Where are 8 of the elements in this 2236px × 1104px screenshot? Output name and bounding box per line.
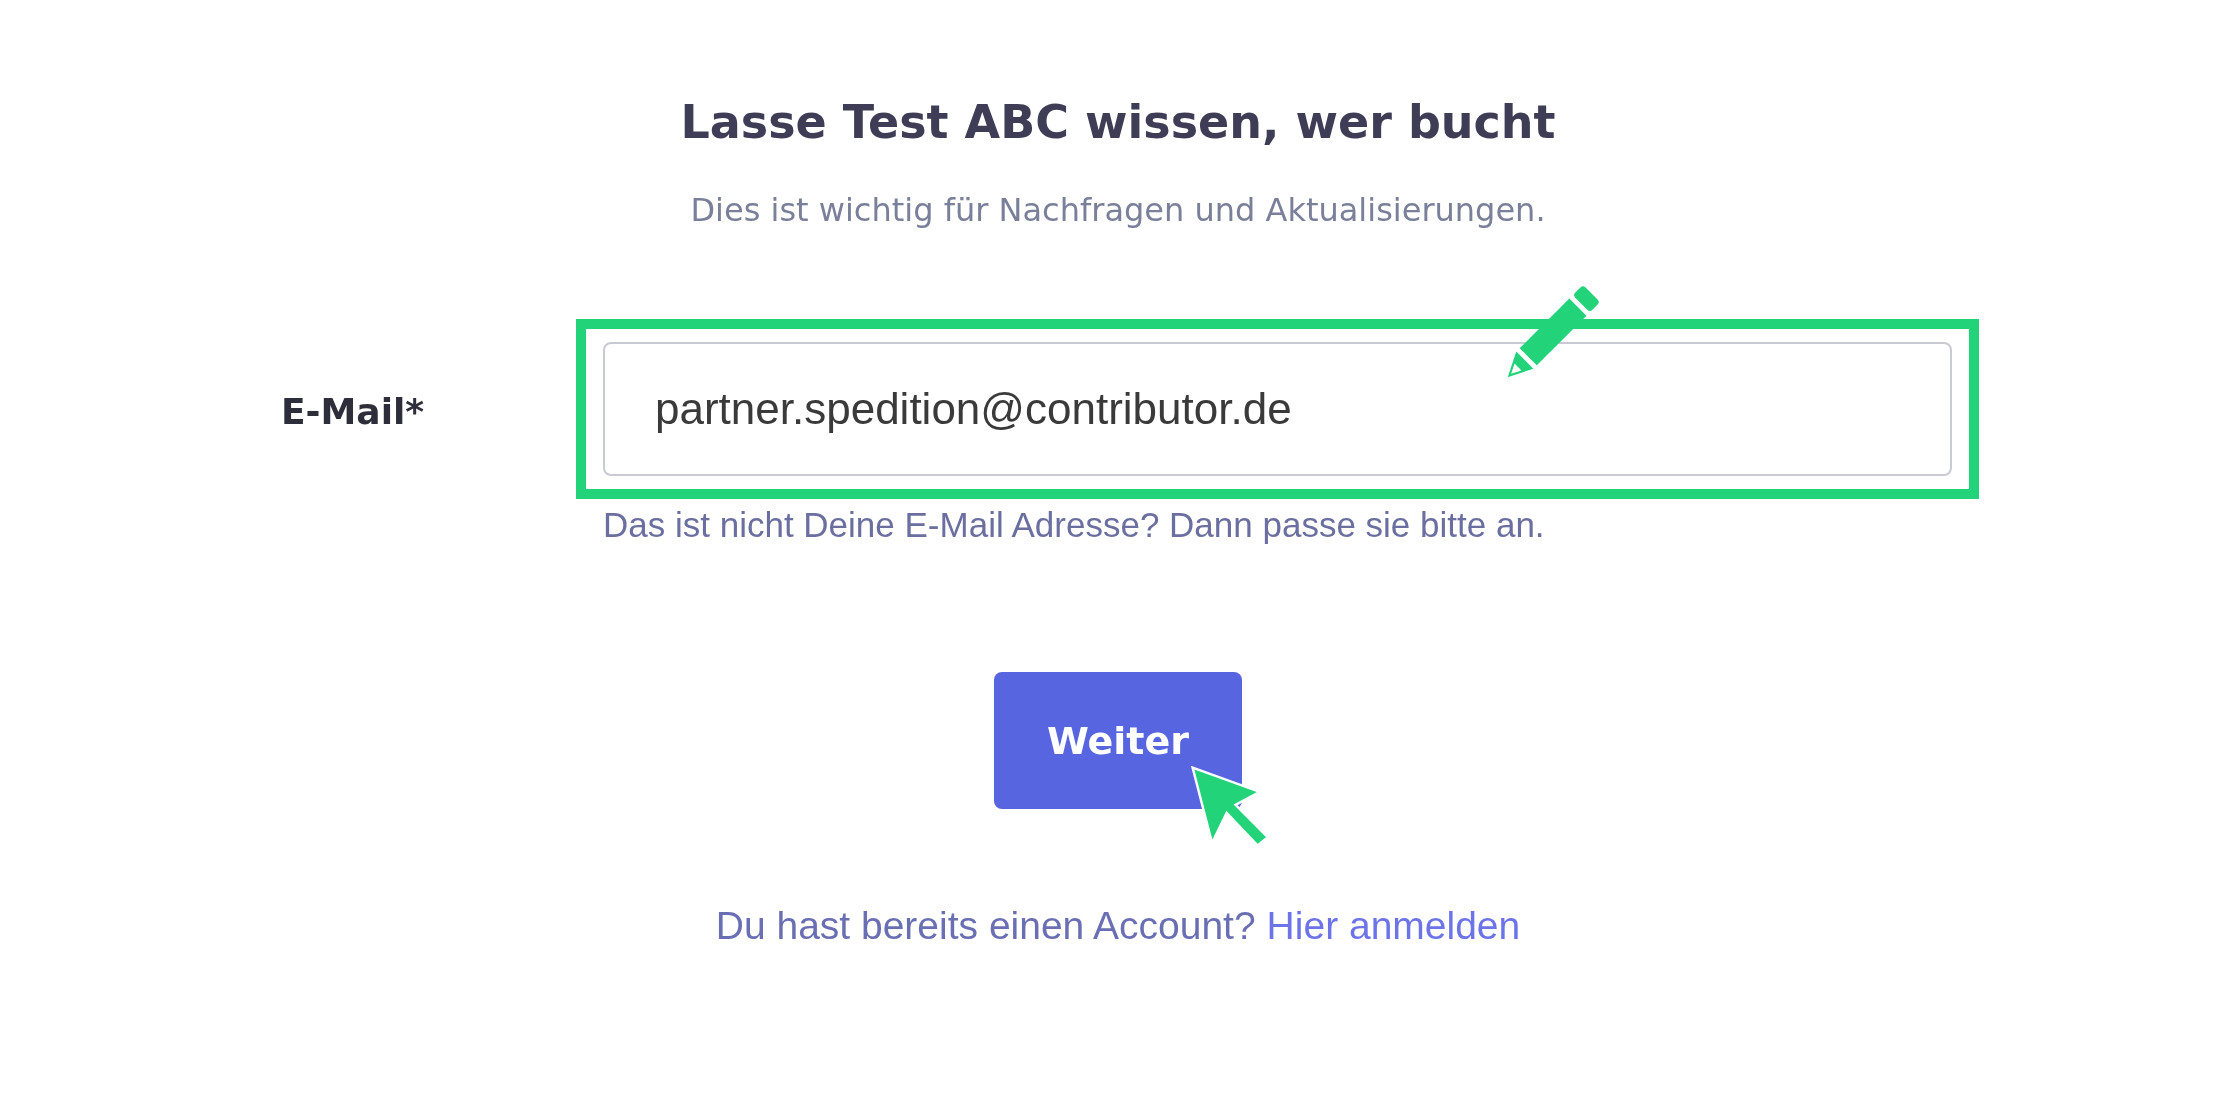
page-title: Lasse Test ABC wissen, wer bucht [680,95,1556,149]
continue-button[interactable]: Weiter [994,672,1242,809]
email-hint: Das ist nicht Deine E-Mail Adresse? Dann passe sie bitte an. [603,505,1546,545]
email-field[interactable]: partner.spedition@contributor.de [603,342,1952,476]
page-subtitle: Dies ist wichtig für Nachfragen und Aktualisierungen. [690,191,1546,229]
account-question: Du hast bereits einen Account? [715,904,1256,948]
email-label: E-Mail* [281,391,426,432]
login-link[interactable]: Hier anmelden [1266,904,1521,948]
